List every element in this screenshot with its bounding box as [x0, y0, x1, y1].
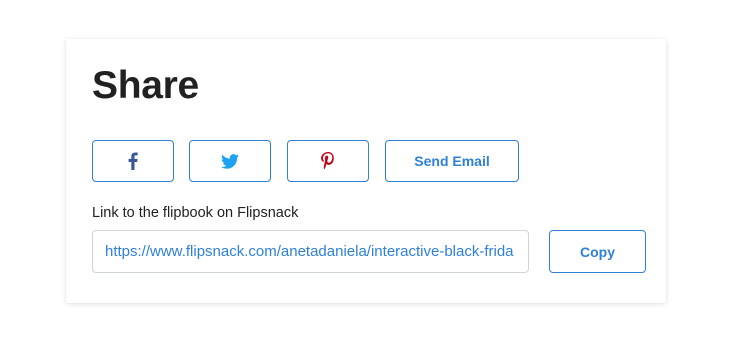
- pinterest-icon: [321, 152, 335, 170]
- send-email-button[interactable]: Send Email: [385, 140, 519, 182]
- link-label: Link to the flipbook on Flipsnack: [92, 205, 299, 221]
- share-dialog: Share Send Email Link to the flipbook on…: [66, 39, 666, 303]
- flipbook-link-input[interactable]: [92, 230, 529, 273]
- twitter-icon: [221, 153, 239, 169]
- share-title: Share: [92, 64, 199, 107]
- facebook-icon: [128, 152, 138, 170]
- pinterest-share-button[interactable]: [287, 140, 369, 182]
- facebook-share-button[interactable]: [92, 140, 174, 182]
- copy-link-button[interactable]: Copy: [549, 230, 646, 273]
- twitter-share-button[interactable]: [189, 140, 271, 182]
